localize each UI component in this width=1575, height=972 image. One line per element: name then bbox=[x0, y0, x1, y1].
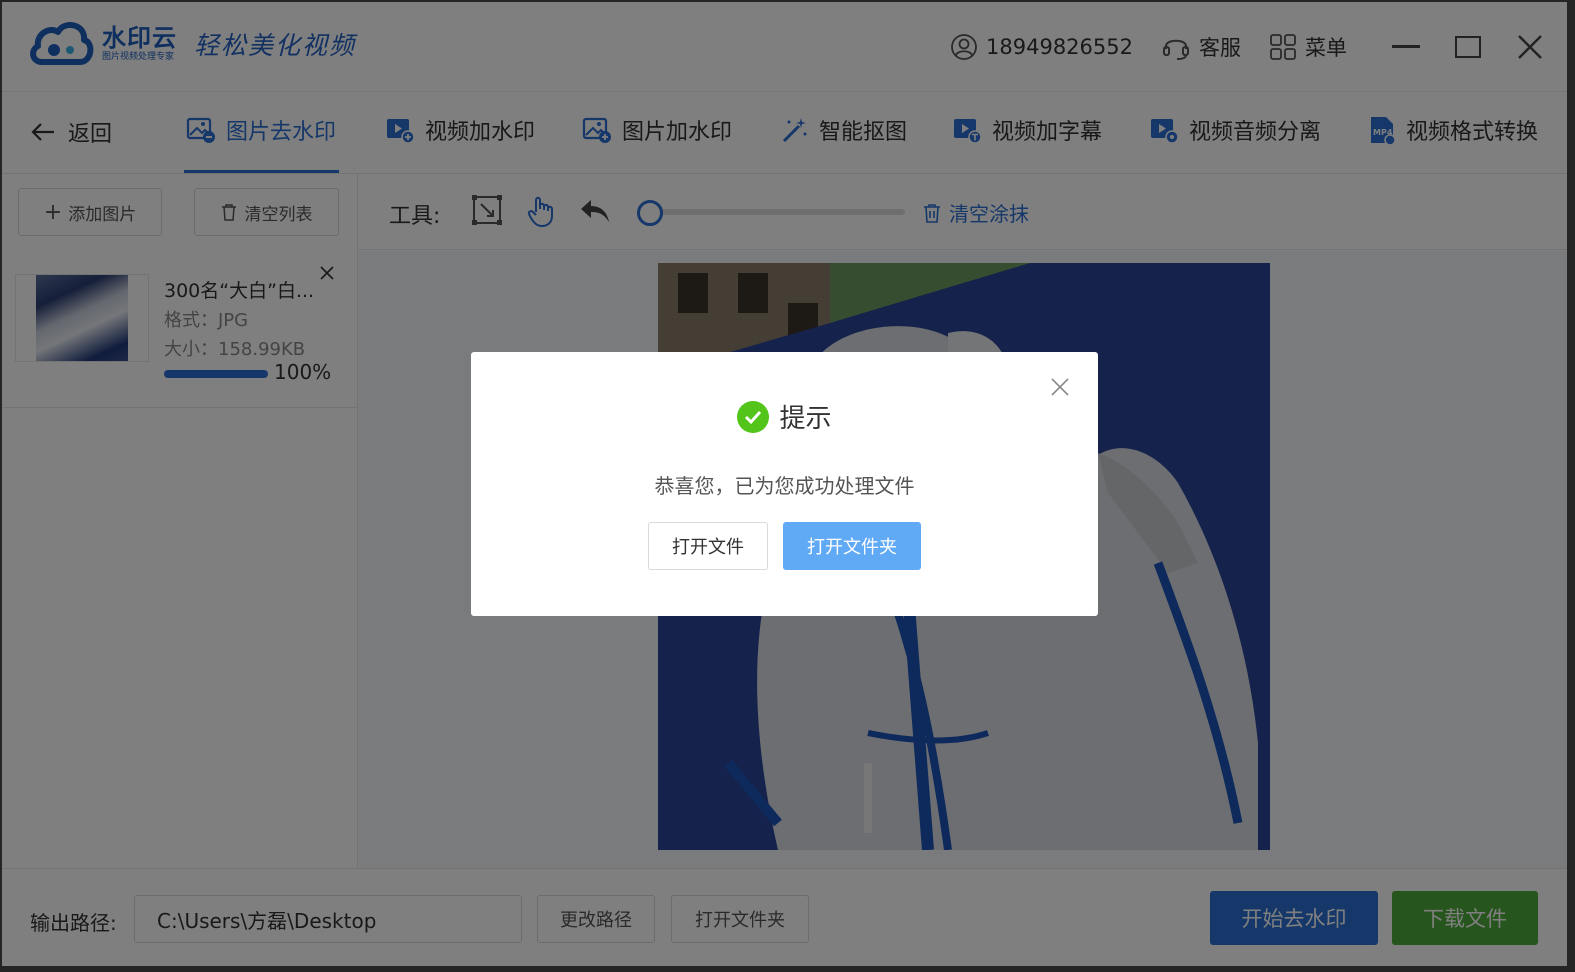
dialog-title: 提示 bbox=[471, 398, 1098, 435]
dialog-message: 恭喜您，已为您成功处理文件 bbox=[654, 474, 915, 498]
dialog-title-text: 提示 bbox=[779, 404, 832, 434]
open-file-button[interactable]: 打开文件 bbox=[648, 522, 768, 570]
dialog-open-folder-button[interactable]: 打开文件夹 bbox=[783, 522, 921, 570]
success-dialog: 提示 恭喜您，已为您成功处理文件 打开文件 打开文件夹 bbox=[471, 352, 1098, 616]
check-circle-icon bbox=[737, 400, 770, 433]
dialog-close-button[interactable] bbox=[1051, 378, 1069, 400]
close-icon bbox=[1051, 378, 1069, 396]
